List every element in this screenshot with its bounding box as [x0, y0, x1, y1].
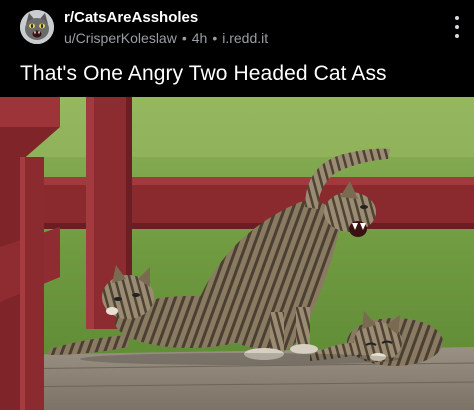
domain-link[interactable]: i.redd.it	[222, 30, 268, 46]
more-vertical-icon[interactable]	[452, 16, 462, 38]
post-meta: u/CrisperKoleslaw • 4h • i.redd.it	[64, 30, 268, 46]
post-image[interactable]	[0, 97, 474, 410]
subreddit-avatar-icon[interactable]	[20, 10, 54, 44]
post-header: r/CatsAreAssholes u/CrisperKoleslaw • 4h • i…	[0, 0, 474, 56]
author-link[interactable]: u/CrisperKoleslaw	[64, 30, 177, 46]
meta-separator: •	[181, 30, 187, 46]
subreddit-name[interactable]: r/CatsAreAssholes	[64, 9, 198, 26]
post-age: 4h	[191, 30, 208, 46]
post-title[interactable]: That's One Angry Two Headed Cat Ass	[20, 62, 387, 86]
meta-separator: •	[212, 30, 218, 46]
